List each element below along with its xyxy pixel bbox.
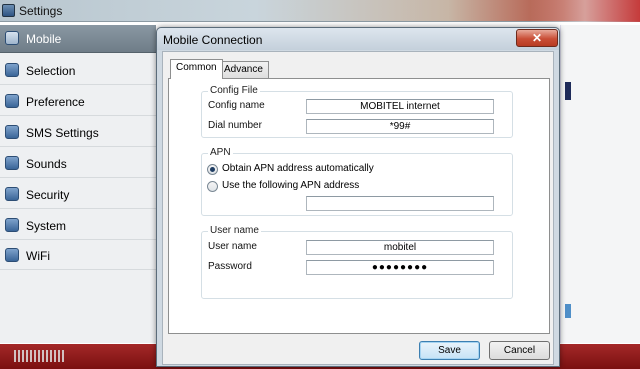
sidebar-item-wifi[interactable]: WiFi: [0, 242, 156, 270]
tab-common[interactable]: Common: [170, 59, 223, 79]
sidebar-item-mobile[interactable]: Mobile: [0, 25, 156, 53]
password-label: Password: [208, 261, 252, 272]
settings-sidebar: Mobile Selection Preference SMS Settings…: [0, 25, 156, 343]
sms-icon: [5, 125, 19, 139]
apn-manual-label: Use the following APN address: [222, 180, 360, 191]
taskbar-glyph: [14, 350, 64, 362]
dialog-titlebar[interactable]: Mobile Connection ✕: [157, 28, 559, 50]
tab-advance[interactable]: Advance: [218, 61, 269, 78]
config-name-field[interactable]: MOBITEL internet: [306, 99, 494, 114]
sidebar-item-label: System: [26, 219, 67, 233]
common-tab-panel: Config File Config name MOBITEL internet…: [168, 78, 550, 334]
mobile-icon: [5, 31, 19, 45]
sidebar-item-label: Preference: [26, 95, 85, 109]
preference-icon: [5, 94, 19, 108]
sidebar-item-label: Mobile: [26, 32, 62, 46]
sidebar-item-system[interactable]: System: [0, 212, 156, 240]
sidebar-item-label: WiFi: [26, 249, 50, 263]
titlebar-decoration: [530, 0, 640, 22]
content-accent-bar-lower: [565, 304, 571, 318]
config-name-label: Config name: [208, 100, 265, 111]
close-button[interactable]: ✕: [516, 29, 558, 47]
apn-address-field[interactable]: [306, 196, 494, 211]
sidebar-item-label: Sounds: [26, 157, 67, 171]
settings-titlebar: Settings: [0, 0, 640, 22]
wifi-icon: [5, 248, 19, 262]
sidebar-item-sounds[interactable]: Sounds: [0, 150, 156, 178]
settings-window-title: Settings: [19, 4, 63, 18]
selection-icon: [5, 63, 19, 77]
sidebar-item-label: SMS Settings: [26, 126, 99, 140]
save-button[interactable]: Save: [419, 341, 480, 360]
dialog-body: Common Advance Config File Config name M…: [162, 51, 554, 365]
sidebar-item-label: Selection: [26, 64, 76, 78]
dial-number-field[interactable]: *99#: [306, 119, 494, 134]
system-icon: [5, 218, 19, 232]
apn-auto-label: Obtain APN address automatically: [222, 163, 374, 174]
settings-app-icon: [2, 4, 15, 17]
config-file-group: Config File Config name MOBITEL internet…: [201, 85, 513, 138]
user-name-group-title: User name: [208, 225, 261, 236]
content-accent-bar: [565, 82, 571, 100]
password-field[interactable]: ●●●●●●●●: [306, 260, 494, 275]
sidebar-item-preference[interactable]: Preference: [0, 88, 156, 116]
dial-number-label: Dial number: [208, 120, 262, 131]
username-label: User name: [208, 241, 257, 252]
sound-icon: [5, 156, 19, 170]
sidebar-item-selection[interactable]: Selection: [0, 57, 156, 85]
dialog-title: Mobile Connection: [163, 33, 263, 47]
sidebar-item-sms-settings[interactable]: SMS Settings: [0, 119, 156, 147]
mobile-connection-dialog: Mobile Connection ✕ Common Advance Confi…: [156, 27, 560, 367]
apn-manual-radio[interactable]: [207, 181, 218, 192]
apn-group-title: APN: [208, 147, 233, 158]
settings-content-panel: [560, 25, 640, 343]
config-file-group-title: Config File: [208, 85, 260, 96]
apn-group: APN Obtain APN address automatically Use…: [201, 147, 513, 216]
username-field[interactable]: mobitel: [306, 240, 494, 255]
cancel-button[interactable]: Cancel: [489, 341, 550, 360]
user-name-group: User name User name mobitel Password ●●●…: [201, 225, 513, 299]
security-icon: [5, 187, 19, 201]
sidebar-item-security[interactable]: Security: [0, 181, 156, 209]
apn-auto-radio[interactable]: [207, 164, 218, 175]
sidebar-item-label: Security: [26, 188, 70, 202]
